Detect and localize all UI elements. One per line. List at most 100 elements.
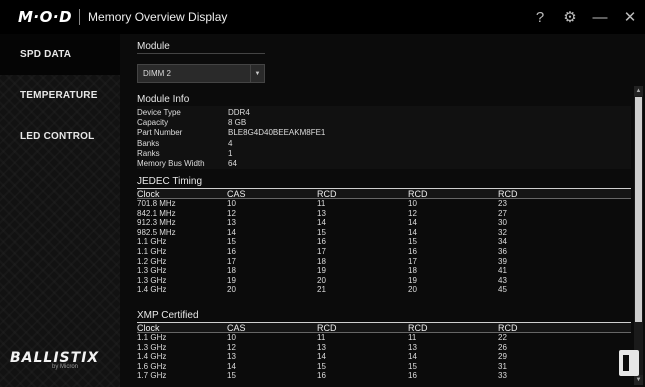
table-cell: 701.8 MHz (137, 199, 176, 208)
table-cell: 13 (227, 352, 236, 362)
column-header[interactable]: RCD (317, 189, 337, 199)
table-cell: 1.1 GHz (137, 237, 167, 247)
vertical-scrollbar[interactable]: ▲ ▼ (634, 86, 643, 385)
table-cell: 1.1 GHz (137, 246, 167, 256)
chevron-down-icon[interactable]: ▼ (250, 65, 264, 82)
table-cell: 39 (498, 256, 507, 266)
table-cell: 13 (227, 218, 236, 228)
table-row: 701.8 MHz 10 11 10 23 (137, 199, 631, 209)
column-header[interactable]: CAS (227, 189, 246, 199)
table-cell: 1.3 GHz (137, 342, 167, 352)
module-info-row: Device Type DDR4 (137, 108, 437, 118)
sidebar-item-spd-data[interactable]: SPD DATA (0, 34, 120, 75)
title-bar: M·O·D Memory Overview Display ? ⚙ — ✕ (0, 0, 645, 34)
scrollbar-thumb[interactable] (635, 97, 642, 322)
table-cell: 1.2 GHz (137, 256, 167, 266)
jedec-timing-label: JEDEC Timing (137, 176, 203, 187)
module-info-row: Memory Bus Width 64 (137, 159, 437, 169)
table-cell: 15 (408, 237, 417, 247)
corner-watermark (619, 350, 639, 376)
column-header[interactable]: RCD (317, 323, 337, 333)
table-cell: 10 (227, 199, 236, 208)
module-select[interactable]: DIMM 2 ▼ (137, 64, 265, 83)
table-row: 1.7 GHz 15 16 16 33 (137, 371, 631, 381)
table-row: 1.6 GHz 14 15 15 31 (137, 362, 631, 372)
window-controls: ? ⚙ — ✕ (525, 0, 645, 34)
table-cell: 41 (498, 266, 507, 276)
table-cell: 1.3 GHz (137, 275, 167, 285)
table-row: 1.2 GHz 17 18 17 39 (137, 257, 631, 267)
brand-logo: BALLISTIX by Micron (10, 350, 120, 370)
table-cell: 10 (227, 333, 236, 342)
app-logo: M·O·D (18, 8, 73, 26)
module-info-value: DDR4 (228, 108, 250, 117)
table-row: 912.3 MHz 13 14 14 30 (137, 218, 631, 228)
table-cell: 14 (317, 352, 326, 362)
table-cell: 20 (408, 285, 417, 295)
table-cell: 13 (317, 208, 326, 218)
table-cell: 14 (408, 218, 417, 228)
spd-scroll-area[interactable]: Module Info Device Type DDR4 Capacity 8 GB P… (120, 84, 645, 387)
table-cell: 14 (317, 218, 326, 228)
table-row: 1.3 GHz 18 19 18 41 (137, 266, 631, 276)
sidebar-item-temperature[interactable]: TEMPERATURE (0, 75, 120, 116)
table-cell: 982.5 MHz (137, 227, 176, 237)
table-header: Clock CAS RCD RCD RCD (137, 188, 631, 199)
table-cell: 842.1 MHz (137, 208, 176, 218)
table-cell: 13 (408, 342, 417, 352)
settings-gear-icon[interactable]: ⚙ (555, 0, 585, 34)
scroll-up-icon[interactable]: ▲ (634, 86, 643, 96)
window-title: Memory Overview Display (88, 10, 228, 24)
xmp-certified-table: Clock CAS RCD RCD RCD 1.1 GHz 10 11 11 22 1.3 GHz 1… (137, 322, 631, 381)
table-cell: 11 (408, 333, 417, 342)
module-select-value: DIMM 2 (143, 69, 171, 78)
column-header[interactable]: RCD (498, 323, 518, 333)
module-info-key: Device Type (137, 108, 181, 117)
table-cell: 13 (317, 342, 326, 352)
table-cell: 17 (317, 246, 326, 256)
column-header[interactable]: RCD (408, 323, 428, 333)
module-info-row: Ranks 1 (137, 149, 437, 159)
column-header[interactable]: Clock (137, 189, 160, 199)
table-cell: 20 (227, 285, 236, 295)
module-info-key: Capacity (137, 118, 169, 128)
table-cell: 12 (227, 208, 236, 218)
table-cell: 14 (227, 227, 236, 237)
minimize-icon[interactable]: — (585, 0, 615, 34)
table-cell: 22 (498, 333, 507, 342)
table-cell: 29 (498, 352, 507, 362)
table-cell: 12 (408, 208, 417, 218)
table-cell: 43 (498, 275, 507, 285)
help-icon[interactable]: ? (525, 0, 555, 34)
table-cell: 18 (408, 266, 417, 276)
sidebar-item-led-control[interactable]: LED CONTROL (0, 116, 120, 157)
table-cell: 15 (227, 371, 236, 381)
column-header[interactable]: Clock (137, 323, 160, 333)
jedec-timing-table: Clock CAS RCD RCD RCD 701.8 MHz 10 11 10 23 842.1 … (137, 188, 631, 295)
table-cell: 33 (498, 371, 507, 381)
table-cell: 27 (498, 208, 507, 218)
column-header[interactable]: CAS (227, 323, 246, 333)
table-row: 842.1 MHz 12 13 12 27 (137, 209, 631, 219)
table-cell: 20 (317, 275, 326, 285)
close-icon[interactable]: ✕ (615, 0, 645, 34)
table-cell: 14 (408, 352, 417, 362)
scroll-down-icon[interactable]: ▼ (634, 375, 643, 385)
table-cell: 10 (408, 199, 417, 208)
table-cell: 34 (498, 237, 507, 247)
table-cell: 30 (498, 218, 507, 228)
table-row: 1.4 GHz 20 21 20 45 (137, 285, 631, 295)
table-cell: 17 (408, 256, 417, 266)
table-cell: 36 (498, 246, 507, 256)
table-cell: 14 (227, 361, 236, 371)
module-info-value: BLE8G4D40BEEAKM8FE1 (228, 128, 326, 138)
module-info-key: Ranks (137, 148, 160, 158)
table-cell: 18 (317, 256, 326, 266)
module-info-row: Capacity 8 GB (137, 118, 437, 128)
table-cell: 1.7 GHz (137, 371, 167, 381)
table-header: Clock CAS RCD RCD RCD (137, 322, 631, 333)
column-header[interactable]: RCD (408, 189, 428, 199)
table-cell: 1.4 GHz (137, 352, 167, 362)
table-cell: 16 (408, 246, 417, 256)
column-header[interactable]: RCD (498, 189, 518, 199)
